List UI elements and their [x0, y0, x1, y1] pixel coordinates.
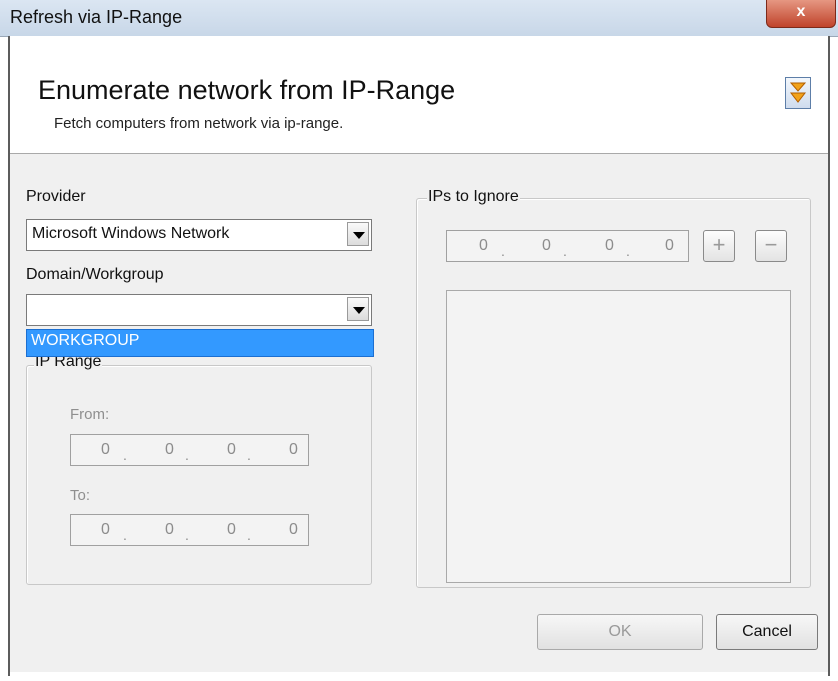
to-octet-2: 0: [165, 521, 174, 538]
from-octet-3: 0: [227, 441, 236, 458]
page-title: Enumerate network from IP-Range: [38, 75, 456, 105]
octet-separator: .: [247, 527, 251, 543]
window-frame-right: [828, 36, 830, 676]
ignore-ip-field[interactable]: 0 . 0 . 0 . 0: [446, 230, 689, 262]
to-octet-1: 0: [101, 521, 110, 538]
domain-select[interactable]: [26, 294, 372, 326]
to-octet-3: 0: [227, 521, 236, 538]
cancel-button[interactable]: Cancel: [716, 614, 818, 650]
provider-select[interactable]: Microsoft Windows Network: [26, 219, 372, 251]
octet-separator: .: [626, 243, 630, 259]
collapse-button[interactable]: [785, 77, 811, 109]
octet-separator: .: [563, 243, 567, 259]
domain-label: Domain/Workgroup: [26, 266, 164, 283]
octet-separator: .: [185, 527, 189, 543]
ip-range-group: [26, 365, 372, 585]
ignore-octet-4: 0: [665, 237, 674, 254]
ignored-ips-list[interactable]: [446, 290, 791, 583]
page-subtitle: Fetch computers from network via ip-rang…: [54, 115, 344, 132]
from-octet-2: 0: [165, 441, 174, 458]
double-chevron-down-icon: [789, 82, 807, 103]
dropdown-option-workgroup[interactable]: WORKGROUP: [31, 332, 139, 350]
chevron-down-icon[interactable]: [347, 222, 369, 246]
ips-to-ignore-legend: IPs to Ignore: [427, 188, 520, 206]
plus-icon: +: [712, 232, 726, 257]
from-octet-4: 0: [289, 441, 298, 458]
ignore-octet-1: 0: [479, 237, 488, 254]
remove-ignore-button[interactable]: −: [755, 230, 787, 262]
provider-label: Provider: [26, 188, 86, 205]
from-label: From:: [70, 406, 110, 423]
minus-icon: −: [764, 232, 778, 257]
to-ip-field[interactable]: 0 . 0 . 0 . 0: [70, 514, 309, 546]
provider-value: Microsoft Windows Network: [32, 225, 230, 242]
octet-separator: .: [185, 447, 189, 463]
to-octet-4: 0: [289, 521, 298, 538]
add-ignore-button[interactable]: +: [703, 230, 735, 262]
octet-separator: .: [123, 527, 127, 543]
from-octet-1: 0: [101, 441, 110, 458]
ok-button[interactable]: OK: [537, 614, 703, 650]
close-icon: x: [796, 3, 806, 20]
window-title: Refresh via IP-Range: [10, 7, 183, 27]
dropdown-list: WORKGROUP: [26, 329, 374, 357]
chevron-down-icon[interactable]: [347, 297, 369, 321]
octet-separator: .: [247, 447, 251, 463]
octet-separator: .: [501, 243, 505, 259]
octet-separator: .: [123, 447, 127, 463]
ignore-octet-3: 0: [605, 237, 614, 254]
ignore-octet-2: 0: [542, 237, 551, 254]
to-label: To:: [70, 487, 91, 504]
close-button[interactable]: x: [766, 0, 836, 28]
from-ip-field[interactable]: 0 . 0 . 0 . 0: [70, 434, 309, 466]
